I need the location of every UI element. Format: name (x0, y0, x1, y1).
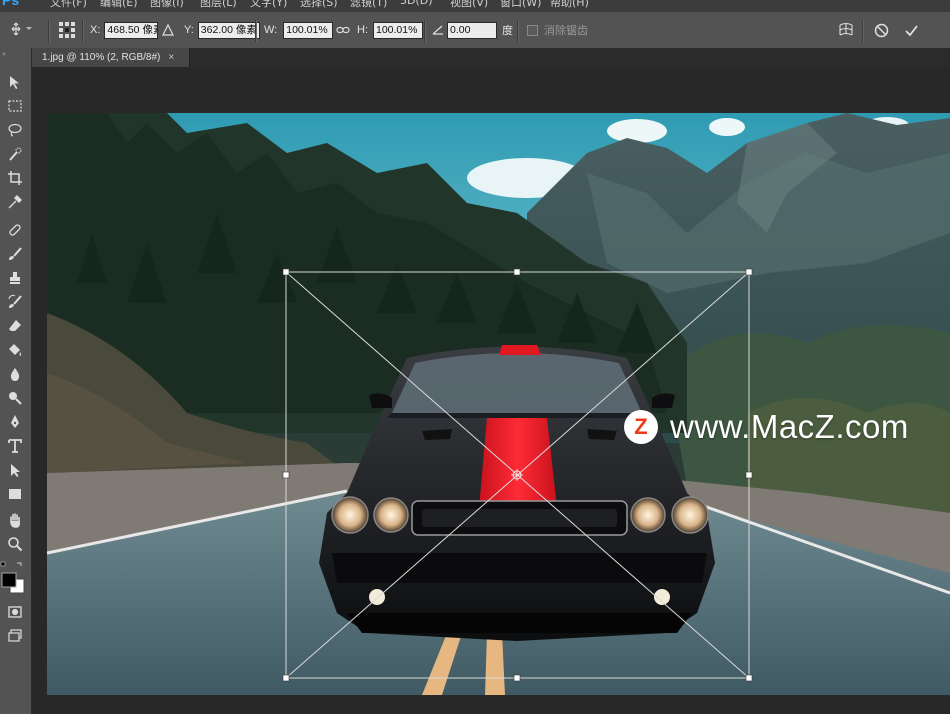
height-label: H: (357, 24, 368, 36)
document-tab-title: 1.jpg @ 110% (2, RGB/8#) (42, 52, 161, 63)
menu-item-window[interactable]: 窗口(W) (500, 0, 550, 10)
menu-item-image[interactable]: 图像(I) (150, 0, 200, 10)
y-label: Y: (184, 24, 194, 36)
zoom-tool[interactable] (5, 534, 25, 554)
quick-mask-tool[interactable] (5, 602, 25, 622)
angle-unit: 度 (502, 25, 513, 37)
menu-bar: Ps 文件(F) 编辑(E) 图像(I) 图层(L) 文字(Y) 选择(S) 滤… (0, 0, 950, 12)
type-tool[interactable] (5, 436, 25, 456)
menu-item-filter[interactable]: 滤镜(T) (350, 0, 400, 10)
watermark-logo-letter: Z (634, 414, 648, 439)
app-logo: Ps (2, 0, 20, 8)
hand-tool[interactable] (5, 510, 25, 530)
x-position-field[interactable]: 468.50 像素 (104, 21, 159, 39)
watermark-text: www.MacZ.com (670, 408, 909, 445)
eyedropper-tool[interactable] (5, 192, 25, 212)
history-brush-tool[interactable] (5, 292, 25, 312)
menu-item-view[interactable]: 视图(V) (450, 0, 500, 10)
menu-item-edit[interactable]: 编辑(E) (100, 0, 150, 10)
delta-icon[interactable] (162, 12, 174, 48)
menu-item-help[interactable]: 帮助(H) (550, 0, 600, 10)
y-position-field[interactable]: 362.00 像素 (197, 21, 260, 39)
road-car-photo (47, 113, 950, 695)
panel-grip-icon[interactable]: » (2, 50, 6, 58)
rectangle-tool[interactable] (5, 484, 25, 504)
antialias-label: 消除锯齿 (544, 25, 588, 37)
tools-panel: » (0, 48, 32, 714)
menu-item-file[interactable]: 文件(F) (50, 0, 100, 10)
width-label: W: (264, 24, 278, 36)
menu-item-select[interactable]: 选择(S) (300, 0, 350, 10)
tool-preset-picker[interactable] (10, 12, 34, 48)
clone-stamp-tool[interactable] (5, 268, 25, 288)
reference-point-icon[interactable] (58, 12, 76, 48)
path-select-tool[interactable] (5, 460, 25, 480)
angle-field[interactable]: 0.00 (447, 21, 497, 39)
document-tab[interactable]: 1.jpg @ 110% (2, RGB/8#) × (32, 48, 190, 67)
angle-icon (432, 12, 444, 48)
healing-brush-tool[interactable] (5, 220, 25, 240)
lasso-tool[interactable] (5, 120, 25, 140)
menu-item-3d[interactable]: 3D(D) (400, 0, 450, 10)
height-field[interactable]: 100.01% (373, 21, 423, 39)
blur-tool[interactable] (5, 364, 25, 384)
commit-icon[interactable] (904, 12, 919, 48)
quick-select-tool[interactable] (5, 144, 25, 164)
watermark: Z www.MacZ.com (624, 407, 950, 447)
width-field[interactable]: 100.01% (283, 21, 334, 39)
link-icon[interactable] (336, 12, 350, 48)
eraser-tool[interactable] (5, 316, 25, 336)
screen-mode-tool[interactable] (5, 626, 25, 646)
paint-bucket-tool[interactable] (5, 340, 25, 360)
move-tool[interactable] (5, 72, 25, 92)
document-image[interactable] (47, 113, 950, 695)
warp-icon[interactable] (838, 12, 854, 48)
antialias-checkbox[interactable] (527, 24, 538, 36)
menu-list: 文件(F) 编辑(E) 图像(I) 图层(L) 文字(Y) 选择(S) 滤镜(T… (50, 0, 600, 10)
close-tab-icon[interactable]: × (168, 52, 174, 63)
color-swatches[interactable] (0, 560, 31, 602)
dodge-tool[interactable] (5, 388, 25, 408)
cancel-icon[interactable] (874, 12, 889, 48)
document-tab-bar: 1.jpg @ 110% (2, RGB/8#) × (32, 48, 950, 67)
brush-tool[interactable] (5, 244, 25, 264)
marquee-tool[interactable] (5, 96, 25, 116)
swap-colors-icon (0, 561, 25, 594)
pen-tool[interactable] (5, 412, 25, 432)
watermark-logo: Z (624, 410, 658, 444)
move-tool-icon (10, 21, 34, 40)
menu-item-layer[interactable]: 图层(L) (200, 0, 250, 10)
crop-tool[interactable] (5, 168, 25, 188)
canvas-area[interactable]: Z www.MacZ.com (32, 67, 950, 714)
options-bar: X: 468.50 像素 Y: 362.00 像素 W: 100.01% H: … (0, 12, 950, 49)
x-label: X: (90, 24, 101, 36)
menu-item-type[interactable]: 文字(Y) (250, 0, 300, 10)
